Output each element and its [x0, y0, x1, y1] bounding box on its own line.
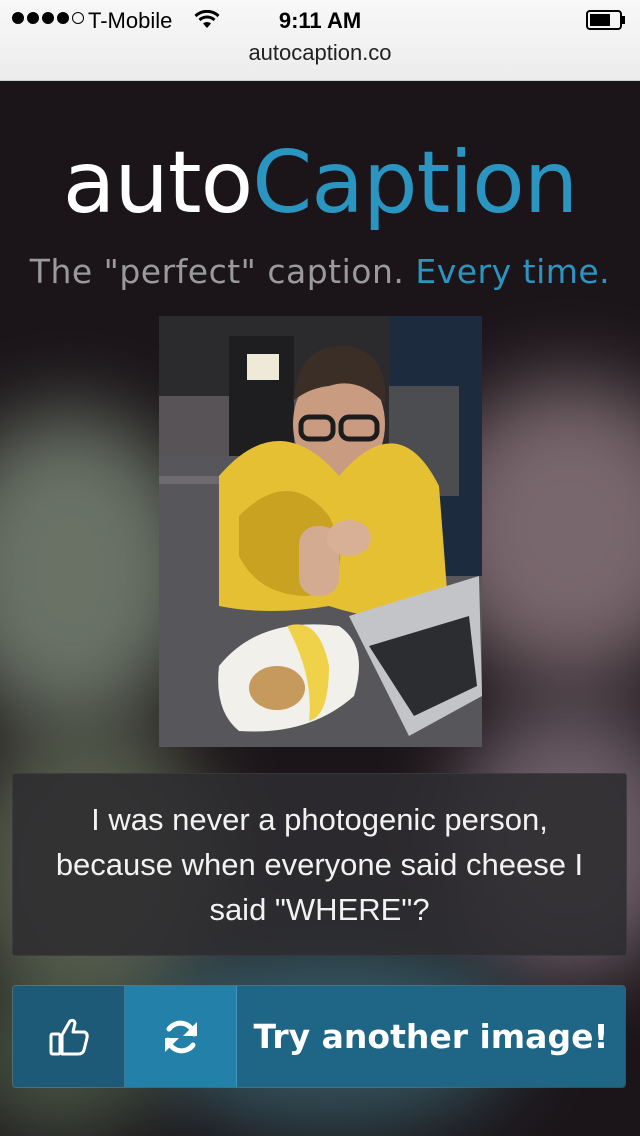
tagline: The "perfect" caption. Every time. — [0, 252, 640, 291]
battery-icon — [586, 10, 625, 30]
thumbs-up-icon — [49, 1018, 89, 1055]
try-another-image-button[interactable]: Try another image! — [237, 986, 625, 1087]
site-logo: autoCaption — [0, 140, 640, 226]
status-bar: T-Mobile 9:11 AM — [0, 0, 640, 40]
caption-box: I was never a photogenic person, because… — [12, 773, 627, 956]
screen: T-Mobile 9:11 AM autocaption.co autoCapt… — [0, 0, 640, 1136]
browser-chrome: T-Mobile 9:11 AM autocaption.co — [0, 0, 640, 81]
tagline-part2: Every time. — [415, 252, 611, 291]
refresh-button[interactable] — [125, 986, 237, 1087]
logo-auto: auto — [62, 133, 254, 233]
logo-caption: Caption — [252, 133, 578, 233]
url-bar[interactable]: autocaption.co — [0, 40, 640, 66]
caption-text: I was never a photogenic person, because… — [55, 802, 584, 927]
status-time: 9:11 AM — [278, 8, 362, 33]
tagline-part1: The "perfect" caption. — [29, 252, 405, 291]
action-bar: Try another image! — [12, 985, 626, 1088]
caption-photo — [159, 316, 482, 747]
like-button[interactable] — [13, 986, 125, 1087]
refresh-icon — [164, 1020, 197, 1053]
